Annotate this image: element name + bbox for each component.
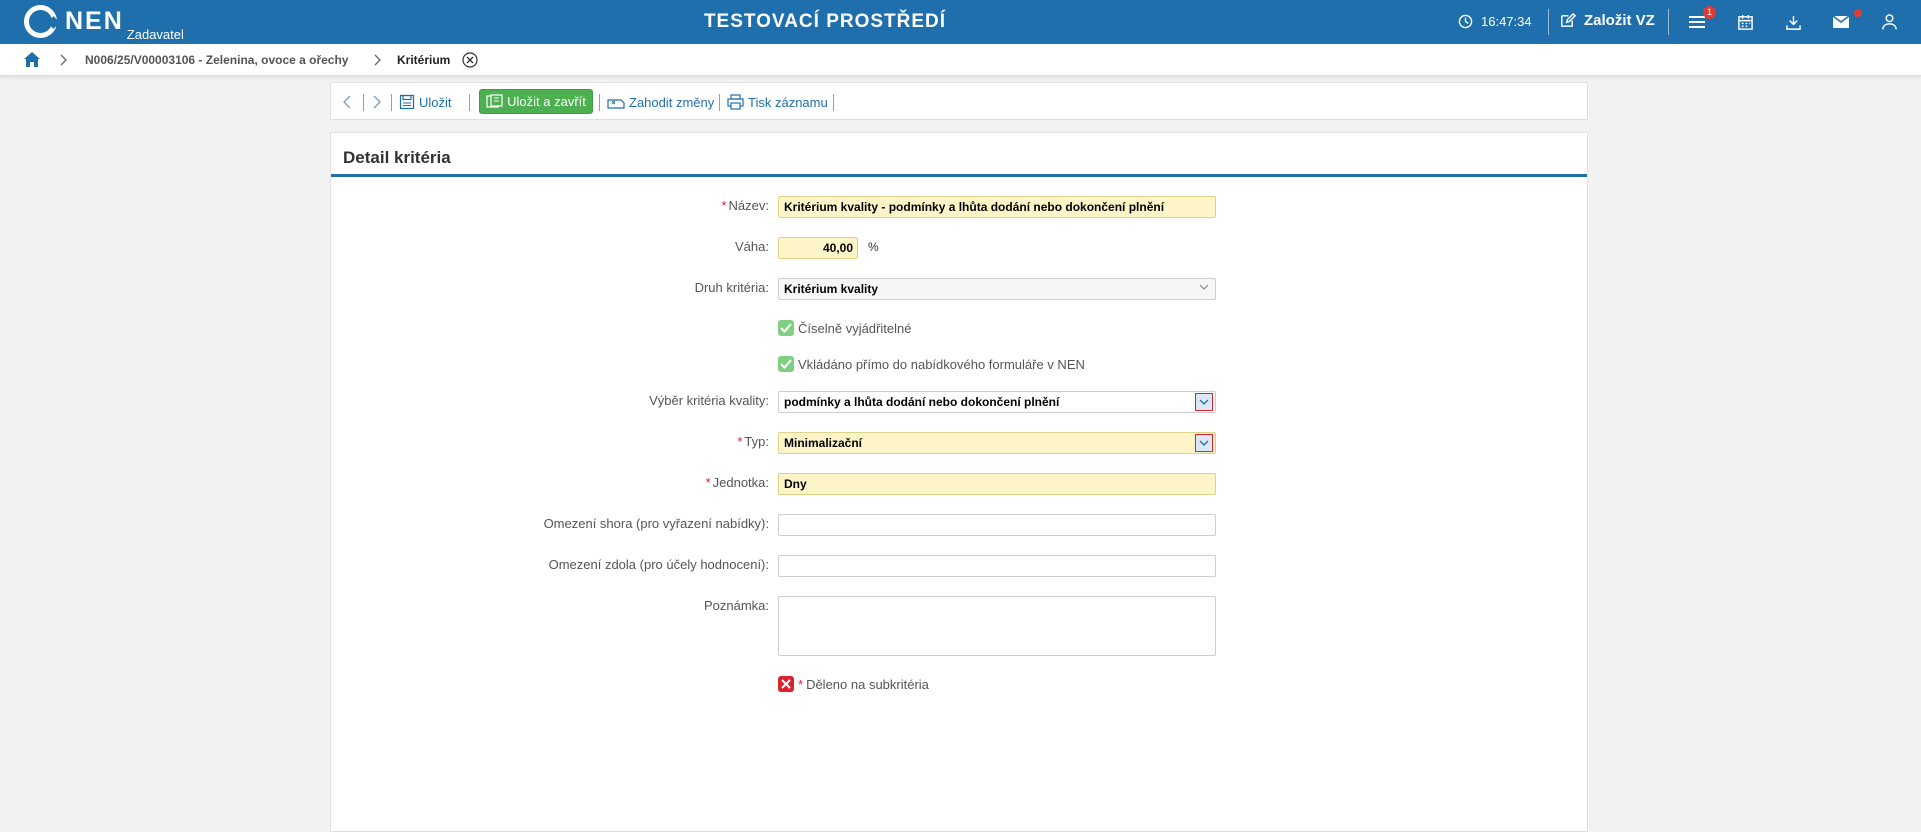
download-button[interactable] [1782,12,1804,32]
discard-icon [607,99,625,109]
divider [1548,9,1549,35]
environment-title: TESTOVACÍ PROSTŘEDÍ [703,11,947,32]
edit-icon [1561,12,1576,27]
save-and-close-button[interactable]: Uložit a zavřít [479,89,593,114]
messages-button[interactable] [1830,12,1852,32]
name-label: * Název: [721,198,769,213]
chevron-right-icon [60,54,67,66]
save-button[interactable]: Uložit [399,83,452,121]
numeric-checkbox[interactable]: Číselně vyjádřitelné [778,320,911,336]
close-icon [462,52,478,68]
quality-criterion-value: podmínky a lhůta dodání nebo dokončení p… [784,395,1060,409]
weight-unit: % [868,240,879,254]
discard-changes-label: Zahodit změny [629,94,715,110]
unread-dot [1854,9,1862,17]
mail-icon [1832,15,1850,28]
lower-limit-label: Omezení zdola (pro účely hodnocení): [548,557,769,572]
type-select[interactable]: Minimalizační [778,432,1216,454]
subcriteria-checkbox[interactable]: * Děleno na subkritéria [778,676,929,692]
home-icon [24,52,40,67]
create-tender-label: Založit VZ [1584,12,1655,29]
user-button[interactable] [1878,12,1900,32]
kind-label: Druh kritéria: [694,280,769,295]
session-clock: 16:47:34 [1458,14,1532,29]
close-tab-button[interactable] [462,52,478,71]
clock-icon [1458,14,1473,29]
checkbox-unchecked-icon [778,676,794,692]
upper-limit-input[interactable] [778,514,1216,536]
quality-criterion-select[interactable]: podmínky a lhůta dodání nebo dokončení p… [778,391,1216,413]
save-close-icon [486,93,503,108]
download-icon [1785,15,1801,30]
upper-limit-label: Omezení shora (pro vyřazení nabídky): [543,516,769,531]
chevron-right-icon [373,95,381,109]
calendar-icon [1737,14,1753,30]
next-record-button[interactable] [373,83,385,121]
discard-changes-button[interactable]: Zahodit změny [607,83,714,121]
save-and-close-label: Uložit a zavřít [507,94,586,109]
name-input[interactable]: Kritérium kvality - podmínky a lhůta dod… [778,196,1216,218]
weight-input[interactable]: 40,00 [778,237,858,259]
chevron-down-icon [1199,399,1209,405]
calendar-button[interactable] [1734,12,1756,32]
type-label: * Typ: [737,434,769,449]
dropdown-button[interactable] [1195,393,1213,411]
divider [599,94,600,111]
panel-title: Detail kritéria [343,148,451,167]
unit-label: * Jednotka: [705,475,769,490]
panel-header: Detail kritéria [331,133,1587,177]
unit-input[interactable]: Dny [778,473,1216,495]
breadcrumb: N006/25/V00003106 - Zelenina, ovoce a oř… [0,44,1921,76]
kind-value: Kritérium kvality [784,282,879,296]
note-label: Poznámka: [703,598,769,613]
chevron-right-icon [374,54,381,66]
divider [833,94,834,111]
save-label: Uložit [419,94,452,110]
quality-criterion-label: Výběr kritéria kvality: [649,393,769,408]
printer-icon [727,94,744,110]
subcriteria-label: Děleno na subkritéria [806,676,929,692]
record-toolbar: Uložit Uložit a zavřít Zahodit změny Tis… [330,82,1588,120]
kind-select[interactable]: Kritérium kvality [778,278,1216,300]
type-value: Minimalizační [784,436,863,450]
weight-label: Váha: [735,239,769,254]
breadcrumb-tender-link[interactable]: N006/25/V00003106 - Zelenina, ovoce a oř… [85,53,348,67]
create-tender-button[interactable]: Založit VZ [1559,12,1655,29]
user-icon [1881,14,1897,30]
checkbox-checked-icon [778,320,794,336]
checkbox-checked-icon [778,356,794,372]
numeric-label: Číselně vyjádřitelné [798,320,912,336]
home-button[interactable] [23,51,41,71]
print-record-button[interactable]: Tisk záznamu [727,83,828,121]
required-marker: * [798,676,804,692]
breadcrumb-current: Kritérium [397,53,451,67]
chevron-left-icon [343,95,351,109]
note-textarea[interactable] [778,596,1216,656]
divider [469,94,470,111]
inserted-in-form-checkbox[interactable]: Vkládáno přímo do nabídkového formuláře … [778,356,1085,372]
lower-limit-input[interactable] [778,555,1216,577]
inserted-in-form-label: Vkládáno přímo do nabídkového formuláře … [798,356,1085,372]
divider [363,94,364,111]
divider [1668,9,1669,35]
chevron-down-icon [1199,284,1209,290]
floppy-icon [399,94,415,110]
print-record-label: Tisk záznamu [748,94,828,110]
clock-time: 16:47:34 [1481,14,1532,29]
divider [391,94,392,111]
dropdown-button[interactable] [1195,434,1213,452]
chevron-down-icon [1199,440,1209,446]
top-bar: NEN Zadavatel TESTOVACÍ PROSTŘEDÍ 16:47:… [0,0,1921,44]
previous-record-button[interactable] [343,83,355,121]
divider [719,94,720,111]
notification-badge: 1 [1703,6,1716,19]
